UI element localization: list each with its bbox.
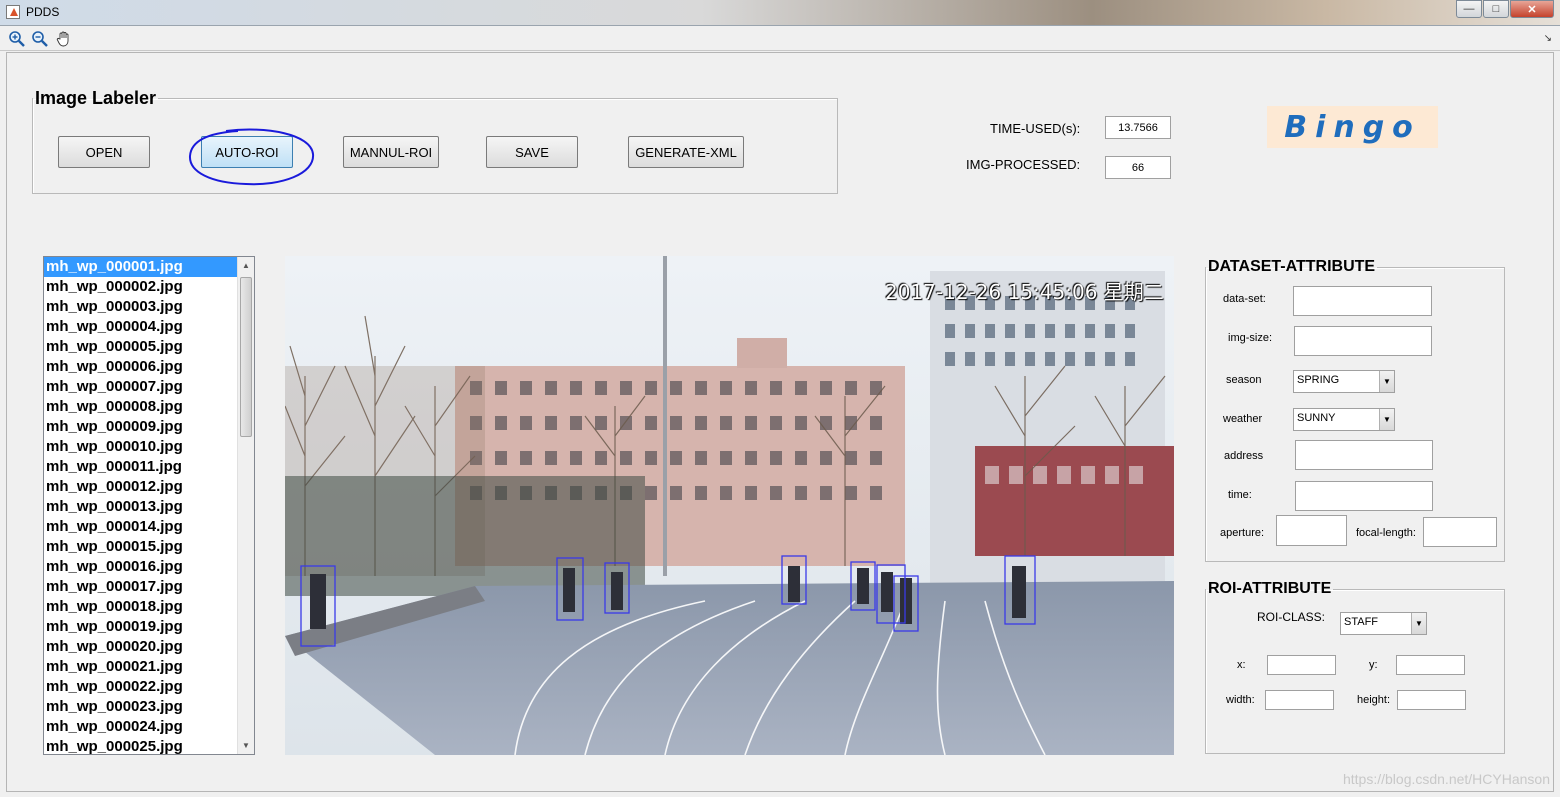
mannul-roi-button[interactable]: MANNUL-ROI: [343, 136, 439, 168]
save-button[interactable]: SAVE: [486, 136, 578, 168]
list-item[interactable]: mh_wp_000024.jpg: [44, 717, 238, 737]
minimize-button[interactable]: —: [1456, 0, 1482, 18]
image-labeler-title: Image Labeler: [35, 88, 157, 108]
dataset-attribute-title: DATASET-ATTRIBUTE: [1208, 258, 1376, 275]
figure-toolbar: ↘: [0, 27, 1560, 51]
list-item[interactable]: mh_wp_000018.jpg: [44, 597, 238, 617]
list-item[interactable]: mh_wp_000001.jpg: [44, 257, 238, 277]
scroll-down-icon[interactable]: ▼: [238, 737, 254, 754]
weather-select[interactable]: SUNNY ▼: [1293, 408, 1395, 431]
address-field[interactable]: [1295, 440, 1433, 470]
zoom-out-icon[interactable]: [31, 30, 49, 48]
file-list-scrollbar[interactable]: ▲ ▼: [237, 257, 254, 754]
list-item[interactable]: mh_wp_000002.jpg: [44, 277, 238, 297]
maximize-button[interactable]: □: [1483, 0, 1509, 18]
list-item[interactable]: mh_wp_000015.jpg: [44, 537, 238, 557]
chevron-down-icon[interactable]: ▼: [1379, 409, 1394, 430]
img-processed-label: IMG-PROCESSED:: [966, 157, 1081, 172]
data-set-field[interactable]: [1293, 286, 1432, 316]
address-label: address: [1224, 450, 1264, 462]
list-item[interactable]: mh_wp_000010.jpg: [44, 437, 238, 457]
height-field[interactable]: [1397, 690, 1466, 710]
aperture-label: aperture:: [1220, 527, 1265, 539]
img-size-field[interactable]: [1294, 326, 1432, 356]
img-size-label: img-size:: [1228, 332, 1273, 344]
dock-arrow-icon[interactable]: ↘: [1544, 33, 1552, 44]
zoom-in-icon[interactable]: [8, 30, 26, 48]
list-item[interactable]: mh_wp_000016.jpg: [44, 557, 238, 577]
roi-class-selected-value: STAFF: [1344, 616, 1379, 628]
matlab-app-icon: [6, 5, 20, 19]
roi-attribute-title: ROI-ATTRIBUTE: [1208, 580, 1332, 597]
list-item[interactable]: mh_wp_000005.jpg: [44, 337, 238, 357]
bingo-badge: Bingo: [1267, 106, 1438, 148]
scroll-up-icon[interactable]: ▲: [238, 257, 254, 274]
list-item[interactable]: mh_wp_000011.jpg: [44, 457, 238, 477]
roi-class-select[interactable]: STAFF ▼: [1340, 612, 1427, 635]
list-item[interactable]: mh_wp_000008.jpg: [44, 397, 238, 417]
open-button[interactable]: OPEN: [58, 136, 150, 168]
focal-length-label: focal-length:: [1356, 527, 1416, 539]
scroll-thumb[interactable]: [240, 277, 252, 437]
title-bar: PDDS — □ ✕: [0, 0, 1560, 26]
time-field[interactable]: [1295, 481, 1433, 511]
file-list-items: mh_wp_000001.jpg mh_wp_000002.jpg mh_wp_00…: [44, 257, 238, 754]
close-button[interactable]: ✕: [1510, 0, 1554, 18]
pan-hand-icon[interactable]: [55, 30, 73, 48]
list-item[interactable]: mh_wp_000004.jpg: [44, 317, 238, 337]
weather-label: weather: [1223, 413, 1263, 425]
y-field[interactable]: [1396, 655, 1465, 675]
season-select[interactable]: SPRING ▼: [1293, 370, 1395, 393]
list-item[interactable]: mh_wp_000003.jpg: [44, 297, 238, 317]
list-item[interactable]: mh_wp_000014.jpg: [44, 517, 238, 537]
list-item[interactable]: mh_wp_000009.jpg: [44, 417, 238, 437]
width-label: width:: [1226, 694, 1255, 706]
list-item[interactable]: mh_wp_000012.jpg: [44, 477, 238, 497]
window-controls: — □ ✕: [1455, 0, 1554, 18]
focal-length-field[interactable]: [1423, 517, 1497, 547]
list-item[interactable]: mh_wp_000019.jpg: [44, 617, 238, 637]
list-item[interactable]: mh_wp_000023.jpg: [44, 697, 238, 717]
list-item[interactable]: mh_wp_000006.jpg: [44, 357, 238, 377]
aperture-field[interactable]: [1276, 515, 1347, 546]
image-preview[interactable]: 2017-12-26 15:45:06 星期二: [285, 256, 1174, 755]
list-item[interactable]: mh_wp_000025.jpg: [44, 737, 238, 754]
y-label: y:: [1369, 659, 1378, 671]
img-processed-value: 66: [1105, 156, 1171, 179]
window-title: PDDS: [26, 5, 60, 19]
x-field[interactable]: [1267, 655, 1336, 675]
time-used-value: 13.7566: [1105, 116, 1171, 139]
list-item[interactable]: mh_wp_000020.jpg: [44, 637, 238, 657]
time-label: time:: [1228, 489, 1252, 501]
data-set-label: data-set:: [1223, 293, 1266, 305]
auto-roi-button[interactable]: AUTO-ROI: [201, 136, 293, 168]
chevron-down-icon[interactable]: ▼: [1379, 371, 1394, 392]
season-label: season: [1226, 374, 1262, 386]
chevron-down-icon[interactable]: ▼: [1411, 613, 1426, 634]
list-item[interactable]: mh_wp_000022.jpg: [44, 677, 238, 697]
height-label: height:: [1357, 694, 1391, 706]
list-item[interactable]: mh_wp_000013.jpg: [44, 497, 238, 517]
width-field[interactable]: [1265, 690, 1334, 710]
file-listbox[interactable]: mh_wp_000001.jpg mh_wp_000002.jpg mh_wp_00…: [43, 256, 255, 755]
x-label: x:: [1237, 659, 1246, 671]
photo-timestamp: 2017-12-26 15:45:06 星期二: [885, 280, 1164, 304]
season-selected-value: SPRING: [1297, 374, 1340, 386]
list-item[interactable]: mh_wp_000021.jpg: [44, 657, 238, 677]
weather-selected-value: SUNNY: [1297, 412, 1336, 424]
time-used-label: TIME-USED(s):: [990, 121, 1081, 136]
scene-illustration: [285, 256, 1174, 755]
watermark-text: https://blog.csdn.net/HCYHanson: [1342, 771, 1550, 787]
generate-xml-button[interactable]: GENERATE-XML: [628, 136, 744, 168]
list-item[interactable]: mh_wp_000007.jpg: [44, 377, 238, 397]
roi-class-label: ROI-CLASS:: [1257, 610, 1326, 624]
list-item[interactable]: mh_wp_000017.jpg: [44, 577, 238, 597]
